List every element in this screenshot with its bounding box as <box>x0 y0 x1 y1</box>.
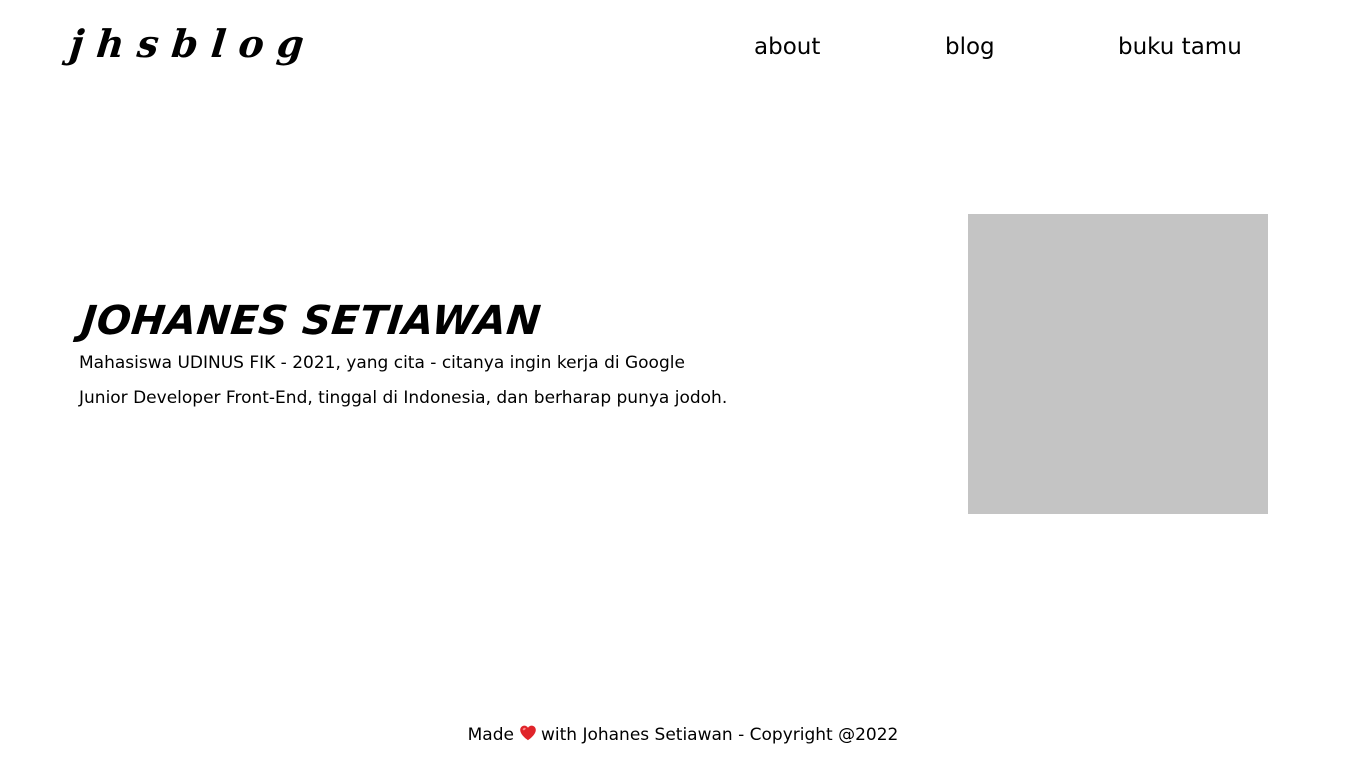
nav-link-buku-tamu[interactable]: buku tamu <box>1118 30 1242 64</box>
hero-description-line-1: Mahasiswa UDINUS FIK - 2021, yang cita -… <box>79 353 685 373</box>
footer-prefix: Made <box>467 725 514 745</box>
nav-link-about[interactable]: about <box>754 30 820 64</box>
nav-link-blog[interactable]: blog <box>945 30 995 64</box>
hero-description-line-2: Junior Developer Front-End, tinggal di I… <box>79 388 728 408</box>
main-nav: about blog buku tamu <box>0 30 1366 64</box>
heart-icon <box>519 724 537 742</box>
site-footer: Made with Johanes Setiawan - Copyright @2… <box>0 722 1366 748</box>
profile-photo-placeholder <box>968 214 1268 514</box>
hero-name: JOHANES SETIAWAN <box>79 298 544 344</box>
footer-suffix: with Johanes Setiawan - Copyright @2022 <box>540 725 899 745</box>
